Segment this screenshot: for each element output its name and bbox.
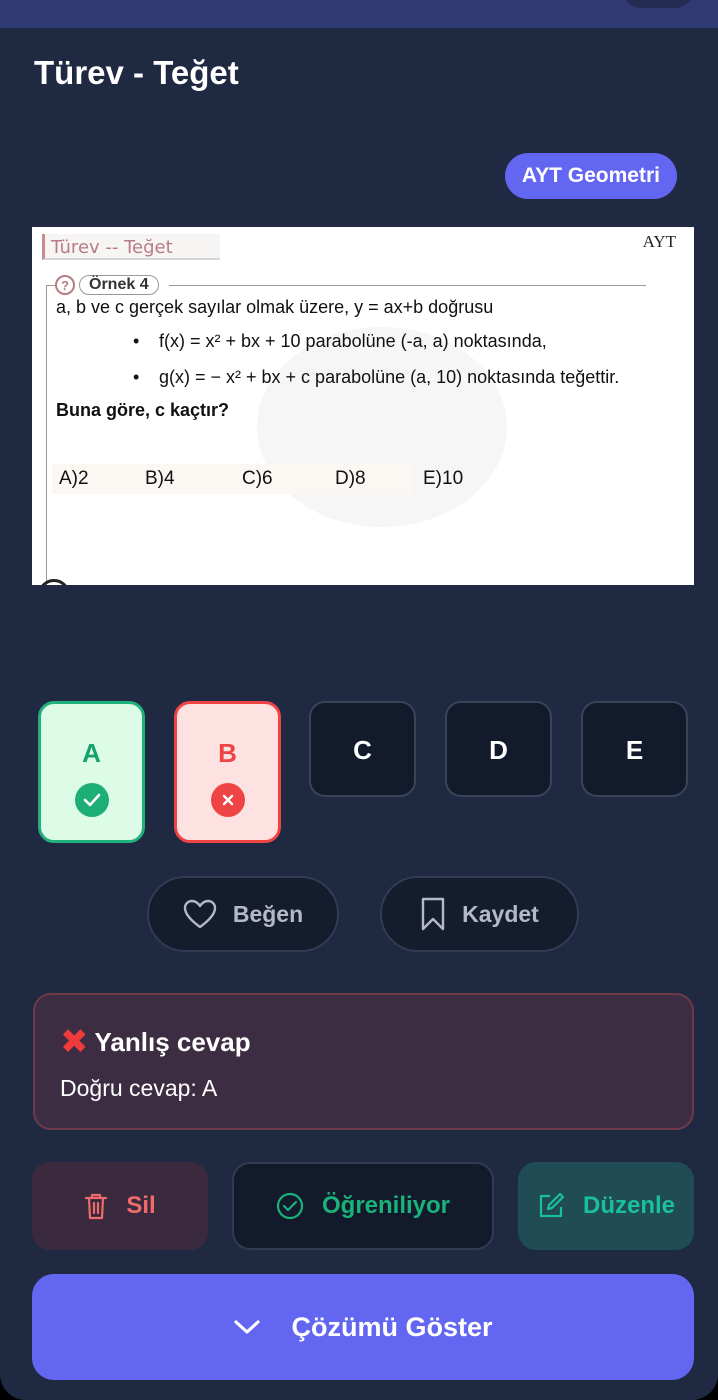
question-option-a: A)2: [59, 468, 89, 489]
question-line-3: g(x) = − x² + bx + c parabolüne (a, 10) …: [159, 367, 620, 387]
question-heading: Türev -- Teğet: [42, 234, 220, 260]
save-label: Kaydet: [462, 900, 539, 927]
example-label: Örnek 4: [79, 275, 159, 295]
delete-label: Sil: [126, 1192, 156, 1219]
corner-mark: [38, 579, 70, 585]
top-bar: [0, 0, 718, 28]
x-circle-icon: [210, 783, 245, 817]
show-solution-label: Çözümü Göster: [291, 1311, 493, 1342]
question-option-d: D)8: [335, 468, 366, 489]
bullet: •: [133, 331, 140, 351]
check-circle-outline-icon: [276, 1192, 304, 1220]
page-title: Türev - Teğet: [34, 54, 239, 91]
delete-button[interactable]: Sil: [32, 1162, 208, 1250]
example-border: [46, 285, 47, 585]
heart-icon: [183, 899, 217, 929]
check-circle-icon: [74, 783, 109, 817]
result-title-text: Yanlış cevap: [94, 1026, 251, 1057]
choice-letter: A: [82, 738, 101, 768]
question-line-1: a, b ve c gerçek sayılar olmak üzere, y …: [56, 297, 494, 317]
choice-letter: B: [218, 738, 237, 768]
screen: Türev - Teğet AYT Geometri Türev -- Teğe…: [0, 0, 718, 1400]
choice-e[interactable]: E: [581, 701, 688, 797]
cross-mark-icon: ✖: [60, 1023, 89, 1061]
question-line-2: f(x) = x² + bx + 10 parabolüne (-a, a) n…: [159, 331, 547, 351]
question-option-c: C)6: [242, 468, 273, 489]
watermark: [257, 327, 507, 527]
choice-letter: E: [625, 735, 644, 765]
answer-choices: A B C D E: [38, 701, 688, 843]
bookmark-icon: [420, 897, 446, 931]
trash-icon: [84, 1192, 108, 1220]
question-option-e: E)10: [423, 468, 464, 489]
correct-answer-text: Doğru cevap: A: [60, 1075, 218, 1101]
result-panel: ✖ Yanlış cevap Doğru cevap: A: [33, 993, 694, 1130]
choice-c[interactable]: C: [309, 701, 416, 797]
question-corner-label: AYT: [642, 232, 676, 251]
learning-button[interactable]: Öğreniliyor: [232, 1162, 494, 1250]
category-badge: AYT Geometri: [504, 153, 677, 199]
question-prompt: Buna göre, c kaçtır?: [56, 400, 230, 420]
question-mark-icon: ?: [55, 275, 75, 295]
choice-letter: D: [489, 735, 508, 765]
result-title: ✖ Yanlış cevap: [60, 1025, 251, 1059]
top-bar-button[interactable]: [622, 0, 694, 8]
chevron-down-icon: [233, 1318, 261, 1336]
choice-d[interactable]: D: [445, 701, 552, 797]
choice-letter: C: [353, 735, 372, 765]
edit-icon: [537, 1192, 565, 1220]
edit-button[interactable]: Düzenle: [518, 1162, 694, 1250]
show-solution-button[interactable]: Çözümü Göster: [32, 1274, 694, 1380]
choice-a[interactable]: A: [38, 701, 145, 843]
like-label: Beğen: [232, 900, 304, 927]
question-image: Türev -- Teğet AYT ? Örnek 4 a, b ve c g…: [32, 227, 694, 585]
edit-label: Düzenle: [582, 1192, 675, 1219]
question-option-b: B)4: [145, 468, 175, 489]
choice-b[interactable]: B: [174, 701, 281, 843]
example-tag: ? Örnek 4: [55, 273, 169, 297]
save-button[interactable]: Kaydet: [380, 876, 579, 952]
like-button[interactable]: Beğen: [147, 876, 339, 952]
learning-label: Öğreniliyor: [321, 1192, 451, 1219]
bullet: •: [133, 367, 140, 387]
